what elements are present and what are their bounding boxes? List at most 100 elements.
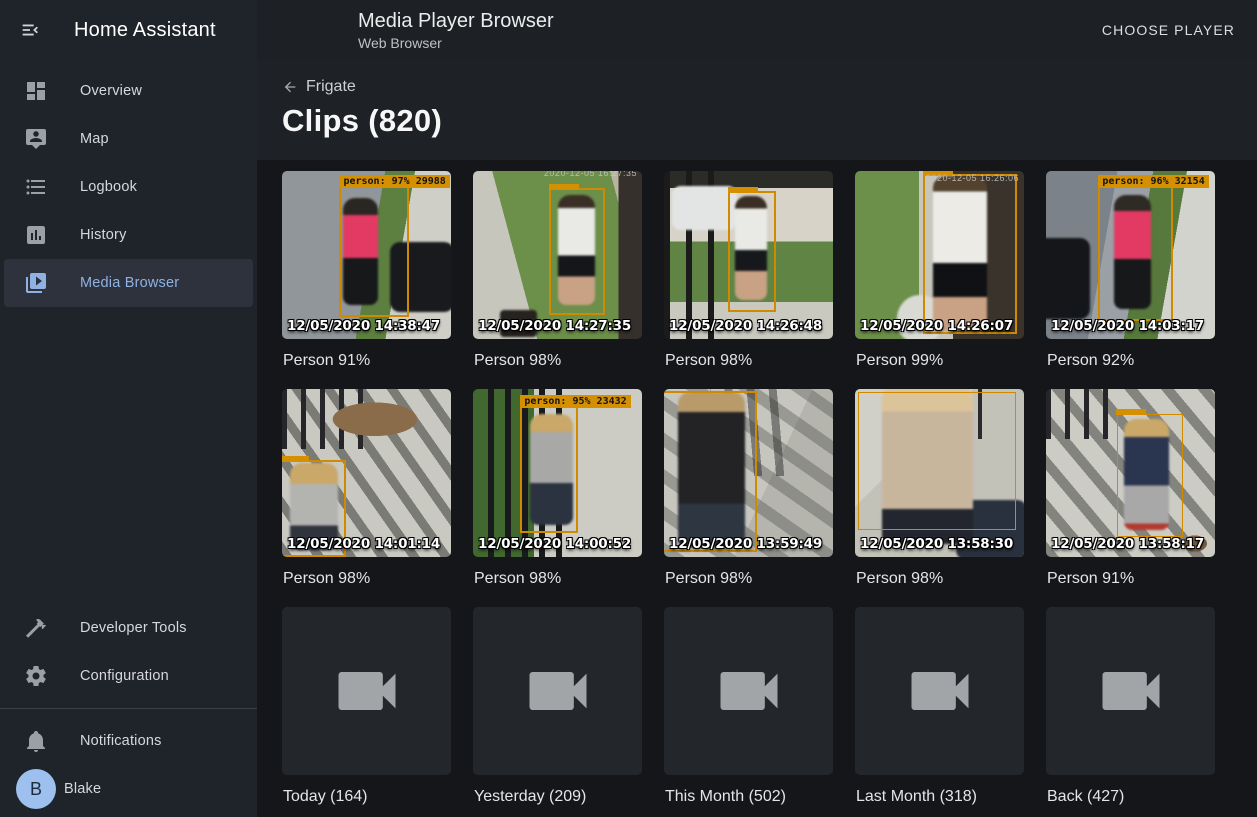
clip-thumbnail[interactable]: 2020-12-05 16:27:35 12/05/2020 14:27:35	[473, 171, 642, 339]
sidebar: Overview Map Logbook History Media Brows…	[0, 60, 257, 817]
video-camera-icon	[902, 653, 978, 729]
sidebar-item-label: Logbook	[80, 179, 137, 195]
app-title: Home Assistant	[74, 19, 216, 42]
clip-thumbnail[interactable]: 2020-12-05 16:26:06 12/05/2020 14:26:07	[855, 171, 1024, 339]
app-header: Home Assistant Media Player Browser Web …	[0, 0, 1257, 60]
sidebar-item-label: Overview	[80, 83, 142, 99]
detection-label-chip	[549, 184, 579, 190]
choose-player-button[interactable]: CHOOSE PLAYER	[1094, 14, 1243, 46]
clip-item: 2020-12-05 16:26:06 12/05/2020 14:26:07 …	[855, 171, 1024, 389]
menu-collapse-icon	[19, 19, 41, 41]
sidebar-spacer	[0, 307, 257, 604]
detection-bounding-box	[1117, 414, 1183, 537]
folder-tile[interactable]	[664, 607, 833, 775]
clip-timestamp: 12/05/2020 14:27:35	[478, 318, 631, 334]
clip-item: 12/05/2020 13:58:17 Person 91%	[1046, 389, 1215, 607]
detection-label-chip	[282, 456, 309, 462]
folder-tile[interactable]	[855, 607, 1024, 775]
detection-bounding-box	[858, 392, 1015, 530]
clip-item: 12/05/2020 13:58:30 Person 98%	[855, 389, 1024, 607]
breadcrumb-label: Frigate	[306, 78, 356, 96]
clip-thumbnail[interactable]: person: 96% 32154 12/05/2020 14:03:17	[1046, 171, 1215, 339]
folder-item-back: Back (427)	[1046, 607, 1215, 817]
detection-label-chip	[1116, 409, 1146, 415]
video-camera-icon	[329, 653, 405, 729]
breadcrumb[interactable]: Frigate	[282, 78, 356, 96]
clip-caption: Person 98%	[283, 570, 451, 588]
sidebar-item-developer-tools[interactable]: Developer Tools	[4, 604, 253, 652]
clip-caption: Person 91%	[1047, 570, 1215, 588]
sidebar-footer-nav: Developer Tools Configuration	[0, 604, 257, 700]
clip-thumbnail[interactable]: 12/05/2020 13:59:49	[664, 389, 833, 557]
sidebar-item-logbook[interactable]: Logbook	[4, 163, 253, 211]
clip-timestamp: 12/05/2020 14:01:14	[287, 536, 440, 552]
clip-timestamp: 12/05/2020 13:59:49	[669, 536, 822, 552]
folder-item-today: Today (164)	[282, 607, 451, 817]
clip-timestamp: 12/05/2020 14:26:07	[860, 318, 1013, 334]
clip-thumbnail[interactable]: person: 95% 23432 12/05/2020 14:00:52	[473, 389, 642, 557]
folder-tile[interactable]	[282, 607, 451, 775]
detection-label: person: 95% 23432	[520, 395, 630, 408]
sidebar-header: Home Assistant	[0, 0, 257, 60]
sidebar-item-media-browser[interactable]: Media Browser	[4, 259, 253, 307]
chart-icon	[24, 223, 48, 247]
sidebar-divider	[0, 708, 257, 709]
folder-tile[interactable]	[473, 607, 642, 775]
sidebar-toggle-button[interactable]	[10, 10, 50, 50]
sidebar-item-map[interactable]: Map	[4, 115, 253, 163]
clip-item: 12/05/2020 14:26:48 Person 98%	[664, 171, 833, 389]
page-header-title: Media Player Browser	[358, 10, 554, 33]
clip-timestamp: 12/05/2020 13:58:17	[1051, 536, 1204, 552]
detection-label: person: 97% 29988	[339, 175, 449, 188]
detection-bounding-box	[728, 191, 775, 312]
sidebar-item-configuration[interactable]: Configuration	[4, 652, 253, 700]
map-person-icon	[24, 127, 48, 151]
gear-icon	[24, 664, 48, 688]
scene-object	[672, 186, 736, 230]
detection-bounding-box	[664, 391, 757, 552]
video-camera-icon	[711, 653, 787, 729]
clip-timestamp: 12/05/2020 14:26:48	[669, 318, 822, 334]
sidebar-item-label: Media Browser	[80, 275, 179, 291]
detection-bounding-box: person: 97% 29988	[339, 186, 408, 317]
clips-scroll-area[interactable]: person: 97% 29988 12/05/2020 14:38:47 Pe…	[257, 160, 1257, 817]
toolbar: Media Player Browser Web Browser CHOOSE …	[257, 0, 1257, 60]
clip-caption: Person 92%	[1047, 352, 1215, 370]
folder-item-last: Last Month (318)	[855, 607, 1024, 817]
detection-bounding-box	[923, 174, 1018, 334]
clip-caption: Person 91%	[283, 352, 451, 370]
video-camera-icon	[520, 653, 596, 729]
clip-caption: Person 99%	[856, 352, 1024, 370]
clip-item: 2020-12-05 16:27:35 12/05/2020 14:27:35 …	[473, 171, 642, 389]
sidebar-item-overview[interactable]: Overview	[4, 67, 253, 115]
camera-osd-timestamp: 2020-12-05 16:27:35	[544, 171, 637, 178]
clip-thumbnail[interactable]: 12/05/2020 13:58:30	[855, 389, 1024, 557]
clip-caption: Person 98%	[665, 570, 833, 588]
detection-bounding-box: person: 95% 23432	[520, 406, 577, 534]
folder-caption: Last Month (318)	[856, 788, 1024, 806]
clip-thumbnail[interactable]: 12/05/2020 14:01:14	[282, 389, 451, 557]
clip-thumbnail[interactable]: 12/05/2020 14:26:48	[664, 171, 833, 339]
folder-caption: Back (427)	[1047, 788, 1215, 806]
clip-thumbnail[interactable]: 12/05/2020 13:58:17	[1046, 389, 1215, 557]
clip-caption: Person 98%	[665, 352, 833, 370]
sidebar-item-label: Configuration	[80, 668, 169, 684]
sidebar-item-label: Map	[80, 131, 109, 147]
sidebar-profile[interactable]: B Blake	[4, 765, 253, 813]
clip-item: 12/05/2020 13:59:49 Person 98%	[664, 389, 833, 607]
folder-item-this: This Month (502)	[664, 607, 833, 817]
sidebar-nav: Overview Map Logbook History Media Brows…	[0, 67, 257, 307]
clip-timestamp: 12/05/2020 13:58:30	[860, 536, 1013, 552]
folder-item-yesterday: Yesterday (209)	[473, 607, 642, 817]
back-arrow-icon	[282, 79, 298, 95]
bell-icon	[24, 729, 48, 753]
sidebar-item-label: History	[80, 227, 127, 243]
clip-thumbnail[interactable]: person: 97% 29988 12/05/2020 14:38:47	[282, 171, 451, 339]
main-content: Frigate Clips (820) person: 97% 29988 12…	[257, 60, 1257, 817]
detection-label-chip	[728, 187, 758, 193]
folder-tile[interactable]	[1046, 607, 1215, 775]
detection-bounding-box	[549, 188, 605, 316]
avatar: B	[16, 769, 56, 809]
sidebar-item-notifications[interactable]: Notifications	[4, 717, 253, 765]
sidebar-item-history[interactable]: History	[4, 211, 253, 259]
